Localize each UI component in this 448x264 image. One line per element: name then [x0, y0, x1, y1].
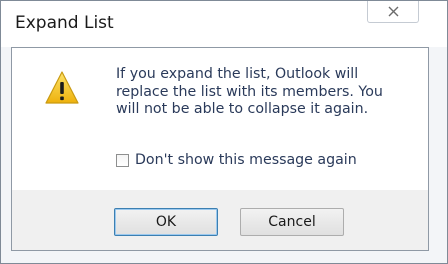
close-icon: [388, 6, 399, 17]
ok-button[interactable]: OK: [114, 208, 218, 236]
dont-show-again-label[interactable]: Don't show this message again: [135, 152, 357, 168]
dont-show-again-checkbox[interactable]: [116, 153, 129, 167]
close-button[interactable]: [367, 1, 419, 23]
dialog-title: Expand List: [15, 13, 114, 33]
dont-show-again-row[interactable]: Don't show this message again: [116, 152, 357, 168]
message-area: If you expand the list, Outlook will rep…: [12, 48, 428, 190]
warning-icon: [44, 70, 80, 106]
title-bar[interactable]: Expand List: [1, 1, 447, 47]
button-bar: OK Cancel: [12, 190, 428, 250]
cancel-button[interactable]: Cancel: [240, 208, 344, 236]
expand-list-dialog: Expand List If you expand the list, Outl…: [0, 0, 448, 264]
dialog-body: If you expand the list, Outlook will rep…: [11, 47, 429, 251]
dialog-message: If you expand the list, Outlook will rep…: [116, 66, 383, 117]
